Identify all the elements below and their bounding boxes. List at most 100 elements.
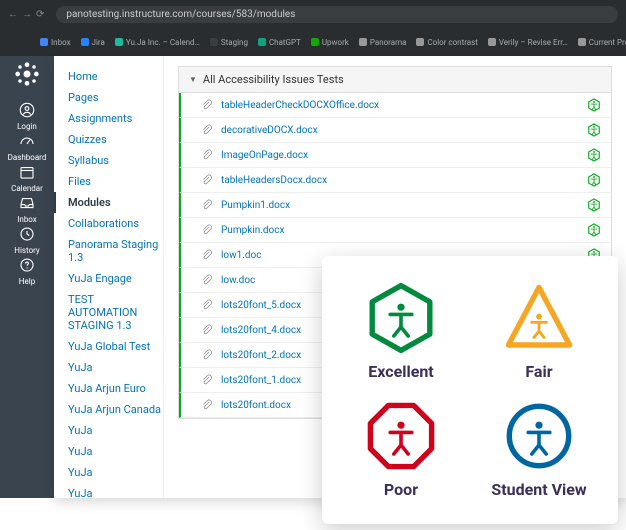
sidebar-item[interactable]: Syllabus	[68, 150, 163, 171]
module-item-name[interactable]: decorativeDOCX.docx	[221, 125, 581, 136]
sidebar-item[interactable]: Home	[68, 66, 163, 87]
attachment-icon	[201, 199, 213, 211]
bookmark-label: ChatGPT	[269, 38, 301, 47]
module-item-name[interactable]: Pumpkin.docx	[221, 225, 581, 236]
nav-label: Dashboard	[8, 153, 47, 162]
accessibility-status-icon-green[interactable]	[587, 148, 601, 162]
bookmark-tab[interactable]: Upwork	[311, 38, 349, 47]
favicon	[578, 38, 586, 46]
bookmark-label: Current Product Ri…	[589, 38, 626, 47]
accessibility-status-icon-green[interactable]	[587, 98, 601, 112]
sidebar-item[interactable]: Quizzes	[68, 129, 163, 150]
inbox-icon	[17, 193, 37, 213]
bookmark-tab[interactable]: Current Product Ri…	[578, 38, 626, 47]
bookmark-tab[interactable]: Color contrast	[416, 38, 477, 47]
bookmark-label: Staging	[221, 38, 248, 47]
nav-label: History	[14, 246, 39, 255]
bookmark-label: Upwork	[322, 38, 349, 47]
attachment-icon	[201, 149, 213, 161]
sidebar-item[interactable]: Collaborations	[68, 213, 163, 234]
module-item-name[interactable]: ImageOnPage.docx	[221, 150, 581, 161]
nav-label: Inbox	[17, 215, 37, 224]
module-item-row[interactable]: Pumpkin1.docx	[179, 193, 611, 218]
sidebar-item[interactable]: YuJa Arjun Euro	[68, 378, 163, 399]
attachment-icon	[201, 174, 213, 186]
global-nav: Login DashboardCalendar Inbox HistoryHelp	[0, 56, 54, 498]
legend-excellent: Excellent	[334, 274, 468, 388]
module-item-name[interactable]: tableHeadersDocx.docx	[221, 175, 581, 186]
favicon	[311, 38, 319, 46]
attachment-icon	[201, 224, 213, 236]
bookmark-label: Inbox	[51, 38, 71, 47]
module-item-row[interactable]: tableHeaderCheckDOCXOffice.docx	[179, 93, 611, 118]
bookmark-tab[interactable]: Verily – Revise Err…	[488, 38, 568, 47]
nav-login[interactable]: Login	[8, 100, 47, 131]
module-item-row[interactable]: decorativeDOCX.docx	[179, 118, 611, 143]
sidebar-item[interactable]: Pages	[68, 87, 163, 108]
sidebar-item[interactable]: TEST AUTOMATION STAGING 1.3	[68, 289, 163, 336]
module-title: All Accessibility Issues Tests	[203, 73, 344, 86]
bookmark-tab[interactable]: ChatGPT	[258, 38, 301, 47]
nav-inbox[interactable]: Inbox	[8, 193, 47, 224]
accessibility-status-icon-green[interactable]	[587, 173, 601, 187]
sidebar-item[interactable]: YuJa	[68, 357, 163, 378]
legend-fair-label: Fair	[525, 362, 552, 381]
sidebar-item[interactable]: YuJa Arjun Canada	[68, 399, 163, 420]
accessibility-status-icon-green[interactable]	[587, 123, 601, 137]
nav-history[interactable]: History	[8, 224, 47, 255]
accessibility-status-icon-green[interactable]	[587, 198, 601, 212]
collapse-icon: ▼	[189, 75, 197, 84]
bookmark-tab[interactable]: Panorama	[359, 38, 407, 47]
sidebar-item[interactable]: YuJa Engage	[68, 268, 163, 289]
address-bar[interactable]: panotesting.instructure.com/courses/583/…	[56, 6, 618, 23]
favicon	[258, 38, 266, 46]
module-item-name[interactable]: Pumpkin1.docx	[221, 200, 581, 211]
nav-label: Login	[17, 122, 37, 131]
bookmark-tab[interactable]: Inbox	[40, 38, 71, 47]
user-circle-icon	[17, 100, 37, 120]
accessibility-status-icon-green[interactable]	[587, 223, 601, 237]
attachment-icon	[201, 274, 213, 286]
sidebar-item[interactable]: YuJa	[68, 420, 163, 441]
sidebar-item[interactable]: YuJa	[68, 441, 163, 462]
module-header[interactable]: ▼ All Accessibility Issues Tests	[178, 66, 612, 93]
sidebar-item[interactable]: Modules	[54, 192, 163, 213]
module-item-row[interactable]: ImageOnPage.docx	[179, 143, 611, 168]
sidebar-item[interactable]: Panorama Staging 1.3	[68, 234, 163, 268]
favicon	[210, 38, 218, 46]
legend-excellent-label: Excellent	[368, 362, 433, 381]
legend-student-label: Student View	[491, 480, 586, 499]
browser-chrome: ←→⟳ panotesting.instructure.com/courses/…	[0, 0, 626, 56]
sidebar-item[interactable]: YuJa Global Test	[68, 336, 163, 357]
nav-dashboard[interactable]: Dashboard	[8, 131, 47, 162]
speedometer-icon	[17, 131, 37, 151]
bookmark-tab[interactable]: Jira	[81, 38, 105, 47]
sidebar-item[interactable]: YuJa	[68, 462, 163, 483]
history-icon	[17, 224, 37, 244]
accessibility-legend-card: Excellent Fair Poor Student View	[322, 256, 618, 524]
attachment-icon	[201, 99, 213, 111]
module-item-name[interactable]: tableHeaderCheckDOCXOffice.docx	[221, 100, 581, 111]
bookmark-tab[interactable]: Yu.Ja Inc. – Calend…	[115, 38, 200, 47]
favicon	[416, 38, 424, 46]
sidebar-item[interactable]: Files	[68, 171, 163, 192]
sidebar-item[interactable]: Assignments	[68, 108, 163, 129]
module-item-row[interactable]: Pumpkin.docx	[179, 218, 611, 243]
window-controls: ←→⟳	[8, 9, 48, 20]
attachment-icon	[201, 124, 213, 136]
attachment-icon	[201, 299, 213, 311]
canvas-logo	[13, 60, 41, 88]
course-sidebar: HomePagesAssignmentsQuizzesSyllabusFiles…	[54, 56, 164, 498]
nav-help[interactable]: Help	[8, 255, 47, 286]
bookmark-label: Yu.Ja Inc. – Calend…	[126, 38, 200, 47]
nav-calendar[interactable]: Calendar	[8, 162, 47, 193]
favicon	[488, 38, 496, 46]
module-item-row[interactable]: tableHeadersDocx.docx	[179, 168, 611, 193]
bookmark-tab[interactable]: Staging	[210, 38, 248, 47]
attachment-icon	[201, 249, 213, 261]
favicon	[40, 38, 48, 46]
favicon	[81, 38, 89, 46]
sidebar-item[interactable]: YuJa	[68, 483, 163, 498]
legend-fair: Fair	[472, 274, 606, 388]
calendar-icon	[17, 162, 37, 182]
